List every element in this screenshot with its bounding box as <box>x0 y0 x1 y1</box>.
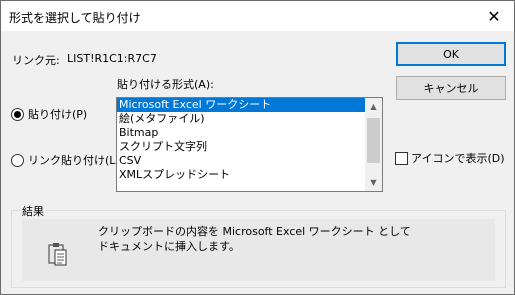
format-list-item[interactable]: Bitmap <box>117 126 382 140</box>
radio-paste-control[interactable] <box>11 107 24 121</box>
display-as-icon-option[interactable]: アイコンで表示(D) <box>395 150 505 166</box>
scroll-up-icon[interactable]: ▲ <box>365 98 382 115</box>
scroll-down-icon[interactable]: ▼ <box>365 174 382 191</box>
display-as-icon-checkbox[interactable] <box>395 151 408 165</box>
radio-paste-link[interactable]: リンク貼り付け(L) <box>11 152 120 168</box>
list-scrollbar[interactable]: ▲ ▼ <box>365 98 382 191</box>
format-list-item[interactable]: CSV <box>117 154 382 168</box>
format-list-item[interactable]: 絵(メタファイル) <box>117 112 382 126</box>
title-bar: 形式を選択して貼り付け ✕ <box>1 1 514 31</box>
result-group-label: 結果 <box>20 203 46 219</box>
scroll-thumb[interactable] <box>367 118 380 163</box>
display-as-icon-label: アイコンで表示(D) <box>411 152 505 165</box>
format-list-items: Microsoft Excel ワークシート 絵(メタファイル) Bitmap … <box>117 98 382 182</box>
radio-paste[interactable]: 貼り付け(P) <box>11 106 87 122</box>
radio-paste-label: 貼り付け(P) <box>28 108 88 121</box>
source-label: リンク元: <box>12 54 60 67</box>
radio-paste-link-control[interactable] <box>11 153 24 167</box>
result-line-1: クリップボードの内容を Microsoft Excel ワークシート として <box>98 225 411 238</box>
format-list-item[interactable]: Microsoft Excel ワークシート <box>117 98 382 112</box>
radio-paste-link-label: リンク貼り付け(L) <box>28 154 120 167</box>
result-panel: クリップボードの内容を Microsoft Excel ワークシート として ド… <box>22 219 495 281</box>
result-group: 結果 クリップボードの内容を Microsoft Excel ワークシート とし… <box>11 203 506 288</box>
format-list-item[interactable]: スクリプト文字列 <box>117 140 382 154</box>
radio-dot-icon <box>14 110 21 118</box>
paste-special-dialog: 形式を選択して貼り付け ✕ リンク元: LIST!R1C1:R7C7 貼り付ける… <box>0 0 515 295</box>
ok-button[interactable]: OK <box>396 42 506 66</box>
source-value: LIST!R1C1:R7C7 <box>67 52 157 65</box>
result-description: クリップボードの内容を Microsoft Excel ワークシート として ド… <box>98 224 493 254</box>
dialog-title: 形式を選択して貼り付け <box>9 11 141 25</box>
clipboard-icon <box>48 243 67 266</box>
format-listbox[interactable]: Microsoft Excel ワークシート 絵(メタファイル) Bitmap … <box>116 97 383 192</box>
cancel-button[interactable]: キャンセル <box>396 76 506 100</box>
close-icon[interactable]: ✕ <box>474 1 514 31</box>
result-line-2: ドキュメントに挿入します。 <box>98 240 240 253</box>
format-list-label: 貼り付ける形式(A): <box>117 78 214 91</box>
format-list-item[interactable]: XMLスプレッドシート <box>117 168 382 182</box>
